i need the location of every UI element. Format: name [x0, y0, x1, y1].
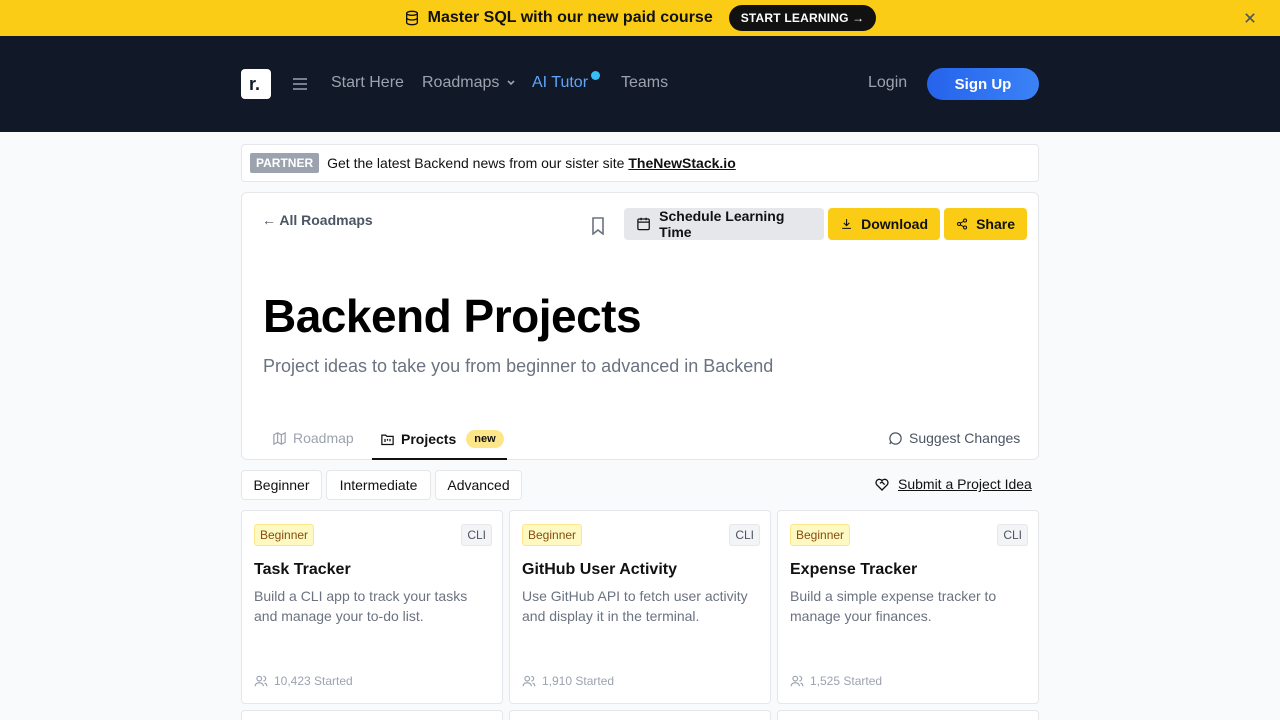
new-indicator-dot	[591, 71, 600, 80]
started-label: 1,910 Started	[542, 674, 615, 688]
tag-badge: CLI	[461, 524, 492, 546]
new-badge: new	[466, 430, 504, 448]
users-icon	[254, 675, 268, 687]
roadmap-header-card: ← All Roadmaps Schedule Learning Time Do…	[241, 192, 1039, 460]
schedule-learning-button[interactable]: Schedule Learning Time	[624, 208, 824, 240]
filter-beginner[interactable]: Beginner	[241, 470, 322, 500]
partner-link[interactable]: TheNewStack.io	[628, 155, 735, 171]
promo-banner: Master SQL with our new paid course STAR…	[0, 0, 1280, 36]
started-count: 10,423 Started	[254, 674, 353, 688]
share-icon	[957, 218, 968, 230]
level-badge: Beginner	[522, 524, 583, 546]
suggest-changes-link[interactable]: Suggest Changes	[888, 430, 1020, 446]
project-title: GitHub User Activity	[522, 561, 677, 578]
active-tab-indicator	[372, 458, 507, 460]
level-badge: Beginner	[254, 524, 315, 546]
map-icon	[273, 431, 286, 445]
logo-letter: r.	[249, 74, 261, 94]
share-button[interactable]: Share	[944, 208, 1027, 240]
share-label: Share	[976, 216, 1015, 232]
project-card[interactable]	[777, 710, 1039, 720]
started-count: 1,910 Started	[522, 674, 614, 688]
tag-badge: CLI	[729, 524, 760, 546]
login-link[interactable]: Login	[868, 74, 907, 92]
database-icon	[405, 10, 418, 26]
project-description: Build a simple expense tracker to manage…	[790, 588, 997, 624]
submit-idea-label: Submit a Project Idea	[898, 476, 1032, 492]
nav-start-here[interactable]: Start Here	[331, 74, 404, 92]
schedule-label: Schedule Learning Time	[659, 208, 785, 240]
close-icon[interactable]	[1240, 8, 1260, 28]
tab-roadmap-label: Roadmap	[293, 430, 354, 446]
page-title: Backend Projects	[263, 290, 642, 342]
nav-roadmaps[interactable]: Roadmaps	[422, 74, 516, 92]
calendar-icon	[637, 217, 650, 231]
tab-roadmap[interactable]: Roadmap	[272, 430, 354, 446]
users-icon	[522, 675, 536, 687]
tab-projects-label: Projects	[401, 431, 457, 447]
bookmark-icon[interactable]	[590, 217, 606, 235]
download-button[interactable]: Download	[828, 208, 940, 240]
partner-badge: PARTNER	[250, 153, 320, 173]
banner-text: Master SQL with our new paid course	[427, 9, 713, 26]
nav-teams[interactable]: Teams	[621, 74, 668, 92]
chevron-down-icon	[507, 80, 515, 86]
project-card[interactable]: Beginner CLI GitHub User Activity Use Gi…	[509, 510, 771, 704]
project-card[interactable]: Beginner CLI Expense Tracker Build a sim…	[777, 510, 1039, 704]
project-title: Expense Tracker	[790, 561, 918, 578]
partner-bar: PARTNER Get the latest Backend news from…	[241, 144, 1039, 182]
folder-kanban-icon	[381, 434, 394, 445]
started-label: 10,423 Started	[274, 674, 353, 688]
project-description: Build a CLI app to track your tasks and …	[254, 588, 468, 624]
project-description: Use GitHub API to fetch user activity an…	[522, 588, 748, 624]
level-badge: Beginner	[790, 524, 851, 546]
started-label: 1,525 Started	[810, 674, 883, 688]
message-circle-icon	[889, 431, 902, 445]
all-roadmaps-link[interactable]: ← All Roadmaps	[262, 212, 373, 228]
project-card[interactable]: Beginner CLI Task Tracker Build a CLI ap…	[241, 510, 503, 704]
users-icon	[790, 675, 804, 687]
tab-projects[interactable]: Projects new	[380, 430, 504, 448]
filter-intermediate[interactable]: Intermediate	[326, 470, 431, 500]
partner-text: Get the latest Backend news from our sis…	[327, 155, 625, 171]
heart-handshake-icon	[875, 478, 889, 491]
nav-roadmaps-label: Roadmaps	[422, 74, 500, 91]
project-title: Task Tracker	[254, 561, 351, 578]
logo[interactable]: r.	[241, 69, 271, 99]
nav-ai-tutor[interactable]: AI Tutor	[532, 74, 588, 92]
sign-up-button[interactable]: Sign Up	[927, 68, 1039, 100]
menu-icon[interactable]	[292, 76, 308, 92]
download-icon	[842, 219, 851, 229]
download-label: Download	[861, 216, 928, 232]
filter-advanced[interactable]: Advanced	[435, 470, 522, 500]
project-card[interactable]	[509, 710, 771, 720]
top-nav: r. Start Here Roadmaps AI Tutor Teams Lo…	[0, 36, 1280, 132]
suggest-label: Suggest Changes	[909, 430, 1021, 446]
tag-badge: CLI	[997, 524, 1028, 546]
submit-project-idea-link[interactable]: Submit a Project Idea	[874, 476, 1032, 492]
page-subtitle: Project ideas to take you from beginner …	[263, 356, 774, 376]
started-count: 1,525 Started	[790, 674, 882, 688]
start-learning-button[interactable]: START LEARNING →	[728, 5, 877, 31]
project-card[interactable]	[241, 710, 503, 720]
